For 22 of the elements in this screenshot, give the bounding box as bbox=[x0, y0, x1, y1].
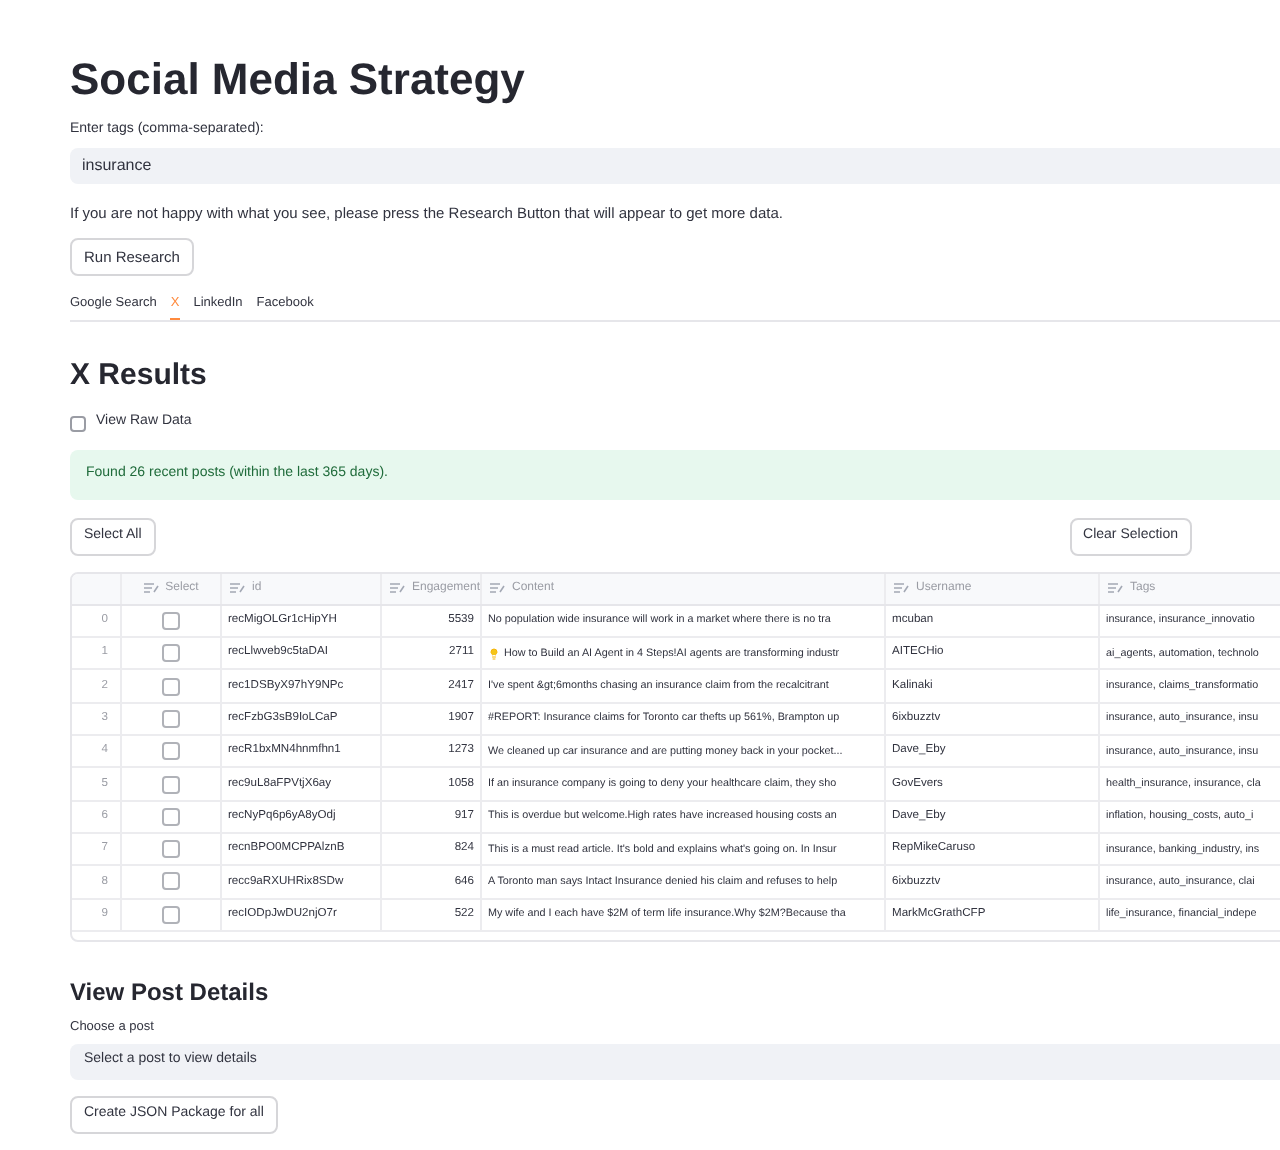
row-checkbox[interactable] bbox=[162, 905, 180, 924]
checkbox[interactable] bbox=[70, 415, 86, 432]
column-type-icon bbox=[230, 582, 246, 595]
row-checkbox[interactable] bbox=[162, 742, 180, 761]
column-type-icon bbox=[490, 582, 506, 595]
row-checkbox[interactable] bbox=[162, 612, 180, 631]
row-checkbox[interactable] bbox=[162, 872, 180, 891]
row-checkbox[interactable] bbox=[162, 644, 180, 663]
row-checkbox[interactable] bbox=[162, 709, 180, 728]
page-title: Social Media Strategy bbox=[70, 56, 525, 104]
section-heading: X Results bbox=[70, 358, 207, 395]
tags-input-field[interactable]: insurance bbox=[70, 147, 1280, 183]
row-checkbox[interactable] bbox=[162, 775, 180, 793]
row-checkbox[interactable] bbox=[162, 677, 180, 696]
section-heading: View Post Details bbox=[70, 977, 269, 1006]
row-checkbox[interactable] bbox=[162, 807, 180, 826]
column-type-icon bbox=[1108, 582, 1124, 595]
column-type-icon bbox=[143, 582, 160, 595]
column-type-icon bbox=[390, 582, 406, 595]
column-type-icon bbox=[894, 582, 910, 595]
lightbulb-icon bbox=[488, 647, 500, 660]
row-checkbox[interactable] bbox=[162, 840, 180, 859]
